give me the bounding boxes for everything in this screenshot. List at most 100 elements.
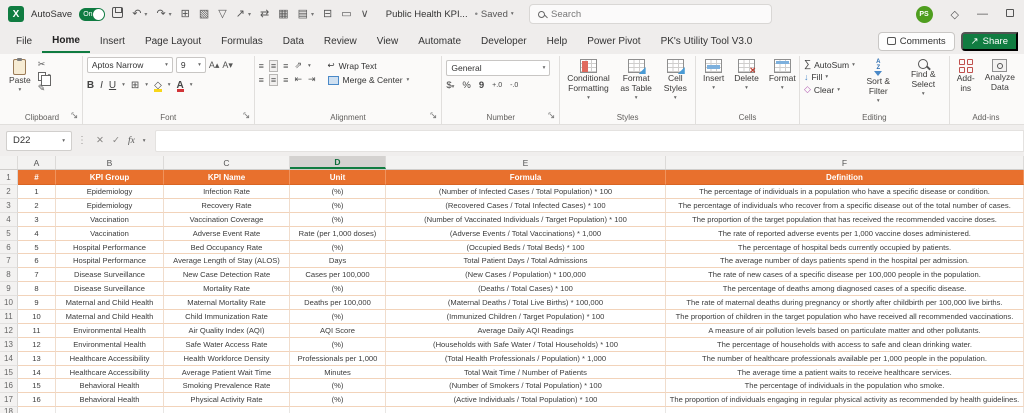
table-menu-icon[interactable]: ▤ [298,8,308,20]
grid-cell-C10[interactable]: Maternal Mortality Rate [164,296,290,311]
delete-cells-button[interactable]: Delete ▾ [731,57,762,93]
grid-cell-A3[interactable]: 2 [18,198,56,213]
redo-icon[interactable]: ↷ [156,8,165,20]
row-header[interactable]: 16 [0,379,18,394]
tab-home[interactable]: Home [42,29,90,53]
grid-cell-B10[interactable]: Maternal and Child Health [56,296,164,311]
grid-cell-D13[interactable]: (%) [290,337,386,352]
tab-insert[interactable]: Insert [90,30,135,52]
column-header-D[interactable]: D [290,156,386,169]
align-top-button[interactable]: ≡ [259,61,264,71]
grid-cell-B9[interactable]: Disease Surveillance [56,282,164,297]
grid-cell-C7[interactable]: Average Length of Stay (ALOS) [164,254,290,269]
grid-cell-E2[interactable]: (Number of Infected Cases / Total Popula… [386,185,666,199]
grid-cell-D4[interactable]: (%) [290,212,386,227]
copy-button[interactable]: ▾ [37,71,51,86]
grid-cell-F18[interactable] [666,407,1024,413]
formula-input[interactable] [154,129,1024,152]
fill-button[interactable]: ↓ Fill ▾ [804,72,855,82]
form-icon[interactable]: ▭ [341,8,351,20]
grid-cell-A18[interactable] [18,407,56,413]
grid-cell-D6[interactable]: (%) [290,240,386,255]
redo-chevron-icon[interactable]: ▾ [169,11,172,18]
grid-cell-F3[interactable]: The percentage of individuals who recove… [666,198,1024,213]
grid-cell-A9[interactable]: 8 [18,282,56,297]
row-header[interactable]: 11 [0,310,18,324]
grid-cell-D2[interactable]: (%) [290,185,386,199]
undo-chevron-icon[interactable]: ▾ [144,11,147,18]
sort-filter-button[interactable]: AZ Sort & Filter ▾ [859,57,898,106]
grid-cell-D7[interactable]: Days [290,254,386,269]
grid-cell-E7[interactable]: Total Patient Days / Total Admissions [386,254,666,269]
grid-cell-C18[interactable] [164,407,290,413]
borders-button[interactable]: ⊞ [131,80,139,91]
currency-button[interactable]: $▾ [446,80,454,91]
grid-cell-F13[interactable]: The percentage of households with access… [666,337,1024,352]
grid-cell-C2[interactable]: Infection Rate [164,185,290,199]
grid-cell-E1[interactable]: Formula [386,170,666,185]
grid-cell-B8[interactable]: Disease Surveillance [56,268,164,283]
number-dialog-launcher[interactable] [548,112,555,121]
grid-cell-F2[interactable]: The percentage of individuals in a popul… [666,185,1024,199]
italic-button[interactable]: I [100,80,103,91]
grid-cell-B2[interactable]: Epidemiology [56,185,164,199]
grid-cell-A17[interactable]: 16 [18,393,56,408]
grid-cell-F7[interactable]: The average number of days patients spen… [666,254,1024,269]
clear-button[interactable]: ◇ Clear ▾ [804,84,855,95]
grid-cell-F17[interactable]: The proportion of individuals engaging i… [666,393,1024,408]
grid-cell-E3[interactable]: (Recovered Cases / Total Infected Cases)… [386,198,666,213]
grid-cell-C12[interactable]: Air Quality Index (AQI) [164,323,290,338]
grid-cell-A10[interactable]: 9 [18,296,56,311]
grid-cell-D10[interactable]: Deaths per 100,000 [290,296,386,311]
grid-cell-C1[interactable]: KPI Name [164,170,290,185]
analyze-data-button[interactable]: Analyze Data [982,57,1018,95]
font-name-select[interactable]: Aptos Narrow ▾ [86,57,173,73]
grid-cell-C6[interactable]: Bed Occupancy Rate [164,240,290,255]
row-header[interactable]: 10 [0,296,18,311]
grid-cell-B18[interactable] [56,407,164,413]
qat-overflow-icon[interactable]: ∨ [361,8,369,20]
tab-automate[interactable]: Automate [408,30,471,52]
align-center-button[interactable]: ≡ [268,73,279,86]
grid-cell-A7[interactable]: 6 [18,254,56,269]
grid-cell-F5[interactable]: The rate of reported adverse events per … [666,226,1024,241]
grid-cell-F1[interactable]: Definition [666,170,1024,185]
percent-button[interactable]: % [462,80,470,91]
undo-icon[interactable]: ↶ [132,8,141,20]
grid-cell-A11[interactable]: 10 [18,310,56,324]
grid-cell-A15[interactable]: 14 [18,365,56,380]
calculator-icon[interactable]: ⊟ [323,8,332,20]
restore-button[interactable] [1006,8,1014,20]
tab-review[interactable]: Review [314,30,367,52]
share-folder-chevron-icon[interactable]: ▾ [248,11,251,18]
row-header[interactable]: 9 [0,282,18,297]
autosave-toggle[interactable]: On [79,7,106,21]
grid-cell-E11[interactable]: (Immunized Children / Target Population)… [386,310,666,324]
excel-logo-icon[interactable]: X [8,6,24,22]
grid-cell-D11[interactable]: (%) [290,310,386,324]
grid-cell-C15[interactable]: Average Patient Wait Time [164,365,290,380]
grid-cell-B5[interactable]: Vaccination [56,226,164,241]
row-header[interactable]: 7 [0,254,18,269]
grid-cell-C4[interactable]: Vaccination Coverage [164,212,290,227]
format-cells-button[interactable]: Format ▾ [766,57,799,93]
grid-cell-C13[interactable]: Safe Water Access Rate [164,337,290,352]
comments-button[interactable]: Comments [877,31,955,51]
row-header[interactable]: 1 [0,170,18,185]
grid-cell-E13[interactable]: (Households with Safe Water / Total Hous… [386,337,666,352]
grid-cell-B3[interactable]: Epidemiology [56,198,164,213]
font-dialog-launcher[interactable] [243,112,250,121]
grid-cell-A13[interactable]: 12 [18,337,56,352]
confirm-entry-icon[interactable]: ✓ [112,135,120,146]
grid-cell-E16[interactable]: (Number of Smokers / Total Population) *… [386,379,666,394]
align-left-button[interactable]: ≡ [259,75,264,85]
grid-cell-D18[interactable] [290,407,386,413]
avatar[interactable]: PS [915,5,933,23]
grid-cell-C8[interactable]: New Case Detection Rate [164,268,290,283]
name-box[interactable]: D22 ▾ [6,130,72,151]
grid-cell-D3[interactable]: (%) [290,198,386,213]
number-format-select[interactable]: General ▾ [446,60,551,76]
grid-cell-B12[interactable]: Environmental Health [56,323,164,338]
grid-cell-E6[interactable]: (Occupied Beds / Total Beds) * 100 [386,240,666,255]
document-title[interactable]: Public Health KPI... [386,9,468,20]
